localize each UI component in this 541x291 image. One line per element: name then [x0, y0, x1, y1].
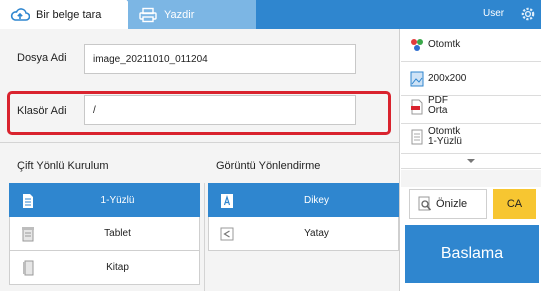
duplex-option-label: Kitap	[106, 262, 129, 273]
tablet-icon	[20, 225, 36, 243]
tab-print[interactable]: Yazdir	[128, 0, 256, 29]
clear-all-button[interactable]: CA	[493, 189, 536, 219]
file-name-label: Dosya Adi	[17, 52, 67, 64]
landscape-icon	[219, 225, 235, 243]
file-name-field[interactable]: image_20211010_011204	[84, 44, 356, 74]
portrait-icon	[219, 192, 235, 210]
book-icon	[20, 259, 36, 277]
orientation-option-landscape[interactable]: Yatay	[208, 217, 399, 251]
resolution-value: 200x200	[428, 73, 467, 84]
folder-name-label: Klasör Adi	[17, 105, 67, 117]
section-separator	[204, 183, 205, 291]
tab-print-label: Yazdir	[164, 8, 195, 21]
preview-icon	[418, 196, 432, 212]
cloud-scan-icon	[10, 6, 30, 24]
color-mode-setting[interactable]: Otomtk	[401, 29, 541, 62]
main-panel: Dosya Adi image_20211010_011204 Klasör A…	[0, 29, 400, 291]
panel-spacer	[401, 170, 541, 187]
folder-name-field[interactable]: /	[84, 95, 356, 125]
section-divider	[0, 142, 400, 143]
tab-scan-label: Bir belge tara	[36, 8, 102, 21]
settings-panel: Otomtk 200x200 PDF Orta Otomtk 1-Yüzlü Ö…	[401, 29, 541, 291]
printer-icon	[138, 6, 158, 24]
duplex-option-label: Tablet	[104, 228, 131, 239]
resolution-icon	[409, 71, 425, 87]
preview-label: Önizle	[436, 198, 468, 210]
orientation-options: Dikey Yatay	[208, 183, 399, 251]
color-mode-value: Otomtk	[428, 39, 461, 50]
user-label[interactable]: User	[483, 8, 504, 19]
original-document-icon	[409, 129, 425, 145]
start-button[interactable]: Baslama	[405, 225, 539, 283]
orientation-option-portrait[interactable]: Dikey	[208, 183, 399, 217]
file-format-line2: Orta	[428, 105, 448, 116]
pdf-file-icon	[409, 99, 425, 115]
duplex-option-label: 1-Yüzlü	[100, 194, 135, 206]
top-bar: Bir belge tara Yazdir User	[0, 0, 541, 29]
orientation-title: Görüntü Yönlendirme	[216, 160, 321, 172]
orientation-option-label: Dikey	[303, 194, 329, 206]
duplex-option-book[interactable]: Kitap	[9, 251, 200, 285]
chevron-down-icon[interactable]	[401, 153, 541, 169]
duplex-option-single[interactable]: 1-Yüzlü	[9, 183, 200, 217]
duplex-title: Çift Yönlü Kurulum	[17, 160, 109, 172]
tab-scan[interactable]: Bir belge tara	[0, 0, 128, 29]
gear-icon[interactable]	[519, 5, 537, 23]
file-format-setting[interactable]: PDF Orta	[401, 91, 541, 124]
original-sides-setting[interactable]: Otomtk 1-Yüzlü	[401, 121, 541, 154]
single-sided-icon	[20, 192, 36, 210]
color-dots-icon	[409, 37, 425, 53]
duplex-options: 1-Yüzlü Tablet Kitap	[9, 183, 200, 285]
original-sides-line2: 1-Yüzlü	[428, 136, 462, 147]
preview-button[interactable]: Önizle	[409, 189, 487, 219]
orientation-option-label: Yatay	[304, 228, 329, 239]
duplex-option-tablet[interactable]: Tablet	[9, 217, 200, 251]
